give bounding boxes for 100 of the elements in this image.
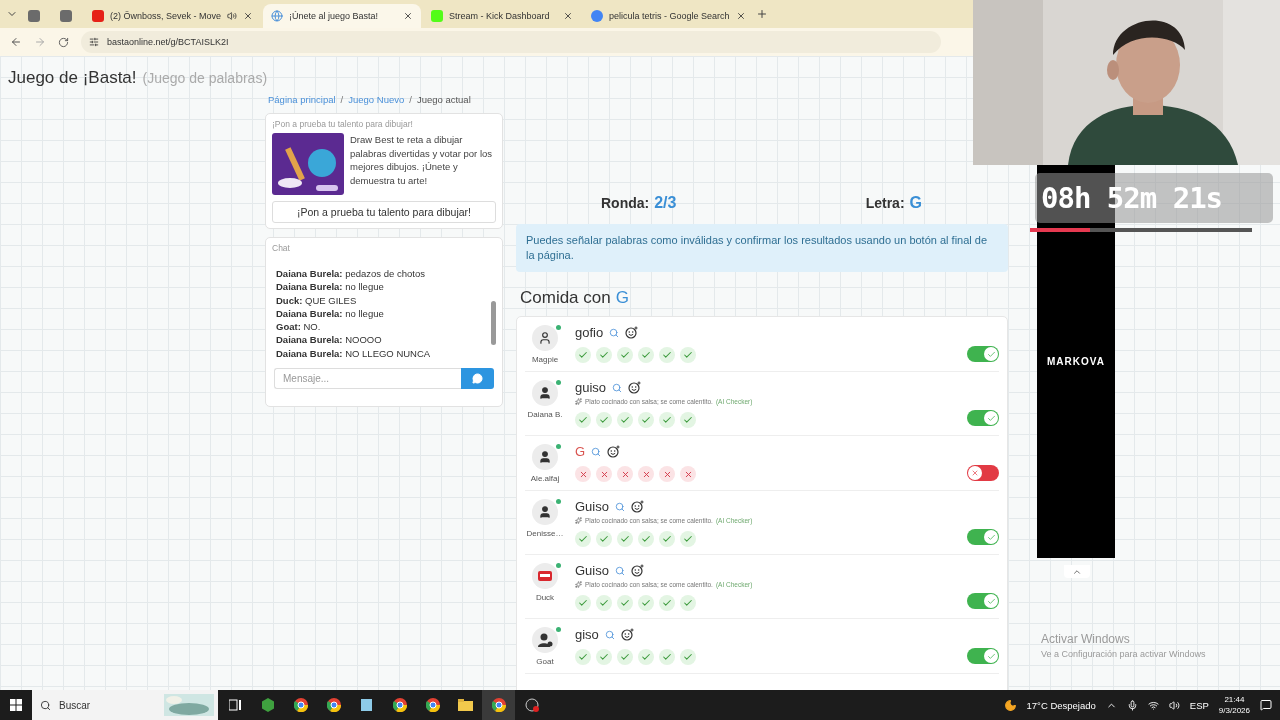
user-star-icon — [537, 632, 553, 648]
weather-text[interactable]: 17°C Despejado — [1026, 699, 1096, 711]
chat-message: Daiana Burela: no llegue — [276, 306, 385, 321]
smiley-icon[interactable] — [625, 326, 639, 339]
close-icon[interactable] — [735, 11, 746, 21]
close-icon[interactable] — [563, 11, 574, 21]
letter-indicator: Letra: G — [865, 194, 922, 212]
tab-title: (2) Öwnboss, Sevek - Move — [110, 11, 222, 21]
volume-icon[interactable] — [1168, 699, 1180, 711]
check-icon — [986, 413, 996, 423]
check-icon — [986, 651, 996, 661]
search-icon[interactable] — [591, 446, 602, 457]
browser-tab[interactable]: ¡Únete al juego Basta! — [263, 4, 422, 28]
search-icon[interactable] — [604, 629, 615, 640]
smiley-icon[interactable] — [630, 500, 644, 513]
browser-icon[interactable] — [482, 690, 515, 720]
activation-text: Ve a Configuración para activar Windows — [1041, 649, 1206, 659]
accept-toggle[interactable] — [967, 410, 999, 426]
answer-word: gofio — [575, 325, 604, 340]
accept-toggle[interactable] — [967, 648, 999, 664]
answer-word: Guiso — [575, 499, 609, 514]
info-message: Puedes señalar palabras como inválidas y confirmar los resultados usando un botón al final de la página. — [516, 224, 1008, 272]
user-icon — [538, 386, 552, 400]
chat-message: Daiana Burela: no llegue — [276, 280, 385, 294]
search-icon — [40, 699, 51, 711]
search-icon[interactable] — [614, 565, 625, 576]
sparkle-icon — [575, 517, 582, 524]
clock[interactable]: 21:44 9/3/2026 — [1218, 694, 1250, 716]
player-name: Goat — [536, 657, 554, 666]
user-icon — [538, 331, 552, 345]
accept-toggle[interactable] — [967, 529, 999, 545]
sparkle-icon — [575, 581, 582, 588]
back-icon[interactable] — [10, 36, 22, 48]
check-icon — [986, 349, 996, 359]
promo-button[interactable]: ¡Pon a prueba tu talento para dibujar! — [272, 201, 496, 223]
promo-text: Draw Best te reta a dibujar palabras divertidas y votar por los mejores dibujos. ¡Únete y demuestra tu arte! — [350, 133, 494, 188]
cross-icon — [971, 469, 979, 477]
app-icon — [60, 10, 72, 22]
answer-word: giso — [575, 627, 599, 642]
address-bar[interactable]: bastaonline.net/g/BCTAISLK2I — [81, 31, 941, 53]
player-name: Denisse… — [526, 529, 564, 538]
smiley-icon[interactable] — [628, 381, 642, 394]
chat-message: Goat: NO. — [276, 320, 322, 334]
microphone-icon[interactable] — [1126, 699, 1138, 711]
search-icon[interactable] — [609, 327, 620, 338]
smiley-icon[interactable] — [620, 628, 634, 641]
search-icon[interactable] — [612, 382, 623, 393]
language-indicator[interactable]: ESP — [1189, 699, 1209, 711]
app-icon — [431, 10, 444, 22]
reload-icon[interactable] — [58, 36, 69, 48]
player-name: Daiana B. — [527, 410, 563, 419]
sparkle-icon — [575, 398, 582, 405]
network-icon[interactable] — [1147, 699, 1159, 711]
player-name: Duck — [535, 593, 555, 602]
user-icon — [538, 450, 552, 464]
chat-message: Daiana Burela: NO LLEGO NUNCA — [276, 346, 432, 361]
accept-toggle[interactable] — [967, 346, 999, 362]
sign-icon — [537, 569, 553, 583]
banner-text: MARKOVA — [1047, 356, 1105, 367]
moon-icon — [1003, 698, 1017, 712]
round-indicator: Ronda: 2/3 — [601, 194, 677, 212]
smiley-icon[interactable] — [607, 445, 621, 458]
close-icon[interactable] — [403, 11, 414, 21]
page-title: Juego de ¡Basta! — [8, 68, 137, 88]
player-name: Ale.alfaj — [530, 474, 560, 483]
tab-title: pelicula tetris - Google Search — [609, 11, 730, 21]
answer-word: G — [575, 444, 586, 459]
check-icon — [986, 596, 996, 606]
chat-bubble-icon — [472, 373, 483, 385]
check-icon — [986, 532, 996, 542]
app-icon — [591, 10, 604, 22]
browser-tab[interactable]: pelicula tetris - Google Search — [583, 4, 754, 28]
search-placeholder: Buscar — [59, 699, 91, 711]
chat-message: Duck: QUE GILES — [276, 293, 358, 307]
smiley-icon[interactable] — [630, 564, 644, 577]
breadcrumb-current: Juego actual — [416, 94, 471, 105]
accept-toggle[interactable] — [967, 593, 999, 609]
tab-title: Stream - Kick Dashboard — [449, 11, 551, 21]
close-icon[interactable] — [243, 11, 254, 21]
taskbar-search[interactable]: Buscar — [32, 690, 218, 720]
browser-tab[interactable]: Stream - Kick Dashboard — [423, 4, 582, 28]
new-tab-icon[interactable] — [755, 8, 768, 20]
accept-toggle[interactable] — [967, 465, 999, 481]
speaker-icon[interactable] — [227, 11, 238, 21]
site-settings-icon[interactable] — [89, 37, 99, 47]
chat-message: Daiana Burela: NOOOO — [276, 333, 383, 347]
activation-title: Activar Windows — [1041, 632, 1131, 646]
breadcrumb-separator: / — [409, 94, 412, 105]
chat-label: Chat — [272, 243, 291, 253]
search-icon[interactable] — [614, 501, 625, 512]
answer-word: Guiso — [575, 563, 609, 578]
tab-title: ¡Únete al juego Basta! — [289, 11, 380, 21]
send-button[interactable] — [461, 368, 494, 390]
message-field[interactable]: Mensaje... — [274, 368, 461, 390]
answer-word: guiso — [575, 380, 607, 395]
app-icon — [28, 10, 40, 22]
notifications-icon[interactable] — [1260, 699, 1272, 711]
player-name: Magpie — [531, 355, 559, 364]
browser-tab[interactable]: (2) Öwnboss, Sevek - Move — [84, 4, 262, 28]
globe-icon — [271, 10, 284, 22]
